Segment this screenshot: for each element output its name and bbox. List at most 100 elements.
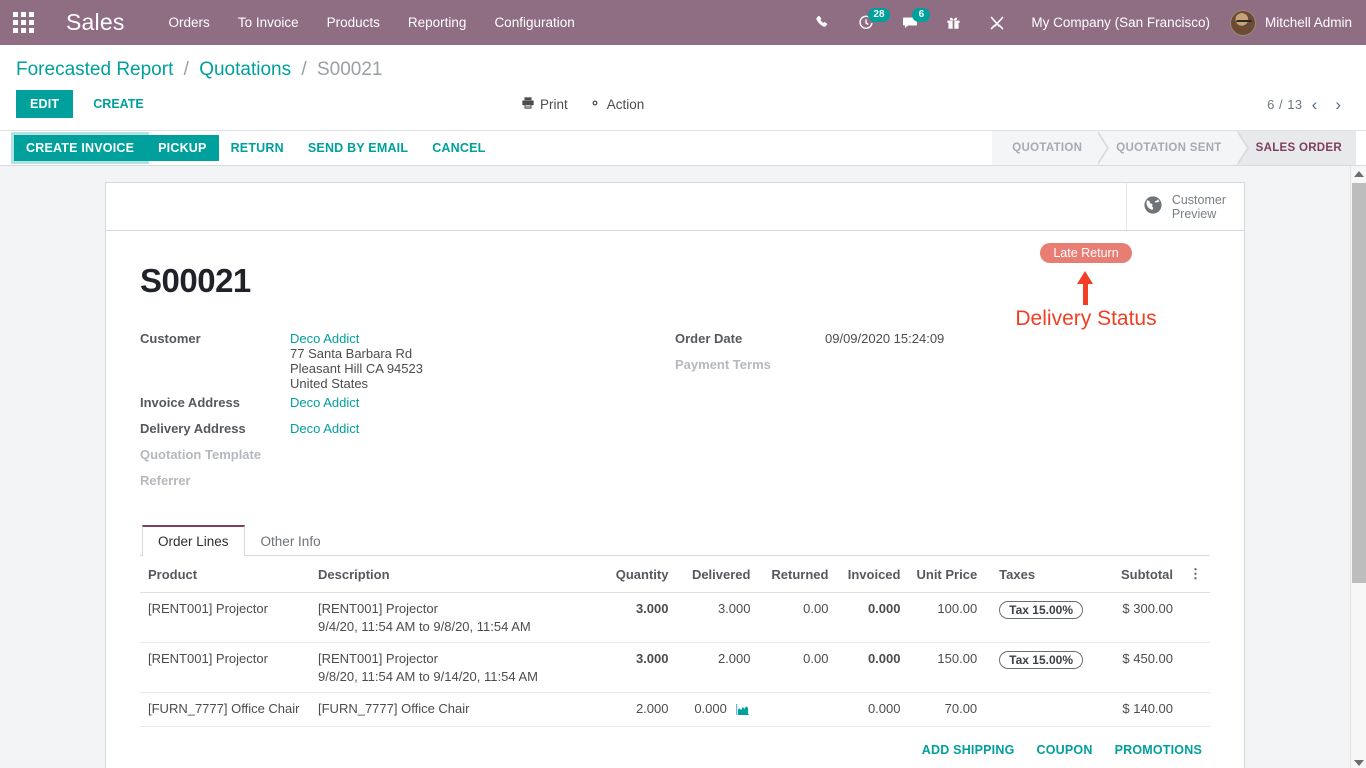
table-row[interactable]: [FURN_7777] Office Chair [FURN_7777] Off… xyxy=(140,692,1210,728)
customer-address-line-1: 77 Santa Barbara Rd xyxy=(290,346,413,362)
column-header-quantity[interactable]: Quantity xyxy=(598,556,677,594)
invoice-address-link[interactable]: Deco Addict xyxy=(290,395,359,410)
field-customer: Customer Deco Addict 77 Santa Barbara Rd… xyxy=(140,329,641,391)
menu-item-configuration[interactable]: Configuration xyxy=(480,0,588,45)
gift-icon[interactable] xyxy=(932,0,975,45)
pager-previous-button[interactable]: ‹ xyxy=(1303,96,1327,113)
description-main: [FURN_7777] Office Chair xyxy=(318,701,470,717)
messages-icon[interactable]: 6 xyxy=(888,0,932,45)
field-payment-terms: Payment Terms xyxy=(675,355,1176,379)
field-label-order-date: Order Date xyxy=(675,331,743,347)
table-row[interactable]: [RENT001] Projector [RENT001] Projector … xyxy=(140,642,1210,694)
scrollbar-thumb[interactable] xyxy=(1352,183,1366,583)
column-options-icon[interactable]: ⋮ xyxy=(1181,556,1210,594)
cell-quantity[interactable]: 3.000 xyxy=(598,592,677,644)
column-header-invoiced[interactable]: Invoiced xyxy=(836,556,909,594)
cell-invoiced[interactable]: 0.000 xyxy=(836,592,909,644)
status-step-sales-order[interactable]: SALES ORDER xyxy=(1235,131,1356,165)
delivery-address-link[interactable]: Deco Addict xyxy=(290,421,359,436)
field-value-order-date[interactable]: 09/09/2020 15:24:09 xyxy=(825,329,944,346)
add-shipping-link[interactable]: ADD SHIPPING xyxy=(922,743,1015,757)
cell-description: [RENT001] Projector 9/8/20, 11:54 AM to … xyxy=(310,642,599,694)
cell-row-options xyxy=(1181,692,1210,728)
globe-icon xyxy=(1143,195,1163,218)
column-header-subtotal[interactable]: Subtotal xyxy=(1091,556,1181,594)
company-switcher[interactable]: My Company (San Francisco) xyxy=(1019,15,1222,30)
form-column-left: Customer Deco Addict 77 Santa Barbara Rd… xyxy=(140,329,675,497)
column-header-delivered[interactable]: Delivered xyxy=(676,556,759,594)
scroll-down-arrow-icon[interactable] xyxy=(1351,755,1366,768)
pickup-button[interactable]: PICKUP xyxy=(146,135,219,161)
cell-product: [FURN_7777] Office Chair xyxy=(140,692,310,728)
cancel-button[interactable]: CANCEL xyxy=(420,135,497,161)
customer-address-line-2: Pleasant Hill CA 94523 xyxy=(290,361,423,377)
form-scroll-area: Customer Preview Late Return Delivery St… xyxy=(0,166,1350,768)
breadcrumb-item-forecasted-report[interactable]: Forecasted Report xyxy=(16,59,173,80)
scroll-up-arrow-icon[interactable] xyxy=(1351,166,1366,182)
cell-taxes: Tax 15.00% xyxy=(985,592,1091,644)
cell-invoiced[interactable]: 0.000 xyxy=(836,692,909,728)
tab-other-info[interactable]: Other Info xyxy=(245,525,337,556)
sheet-body: S00021 Customer Deco Addict 77 Santa Bar… xyxy=(106,231,1244,768)
pager-next-button[interactable]: › xyxy=(1326,96,1350,113)
return-button[interactable]: RETURN xyxy=(219,135,296,161)
table-row[interactable]: [RENT001] Projector [RENT001] Projector … xyxy=(140,592,1210,644)
status-step-quotation-sent[interactable]: QUOTATION SENT xyxy=(1096,131,1250,165)
cell-description: [RENT001] Projector 9/4/20, 11:54 AM to … xyxy=(310,592,599,644)
cell-delivered: 3.000 xyxy=(676,592,759,644)
field-label-customer: Customer xyxy=(140,331,201,347)
cell-returned: 0.00 xyxy=(758,642,837,694)
print-menu[interactable]: Print xyxy=(521,96,568,113)
forecast-report-icon[interactable] xyxy=(736,703,750,718)
action-label: Action xyxy=(606,96,645,112)
cell-product: [RENT001] Projector xyxy=(140,592,310,644)
field-label-invoice-address: Invoice Address xyxy=(140,395,240,411)
cell-quantity[interactable]: 3.000 xyxy=(598,642,677,694)
customer-link[interactable]: Deco Addict xyxy=(290,331,359,346)
menu-item-products[interactable]: Products xyxy=(313,0,394,45)
description-main: [RENT001] Projector xyxy=(318,601,438,617)
activities-count-badge: 28 xyxy=(868,8,890,22)
menu-item-to-invoice[interactable]: To Invoice xyxy=(224,0,313,45)
column-header-product[interactable]: Product xyxy=(140,556,310,594)
customer-preview-button[interactable]: Customer Preview xyxy=(1125,183,1244,230)
developer-tools-icon[interactable] xyxy=(975,0,1019,45)
main-menu: Orders To Invoice Products Reporting Con… xyxy=(155,0,589,45)
cell-quantity[interactable]: 2.000 xyxy=(598,692,677,728)
field-invoice-address: Invoice Address Deco Addict xyxy=(140,393,641,417)
coupon-link[interactable]: COUPON xyxy=(1037,743,1093,757)
column-header-unit-price[interactable]: Unit Price xyxy=(908,556,986,594)
edit-button[interactable]: EDIT xyxy=(16,90,74,118)
app-brand-sales[interactable]: Sales xyxy=(46,9,135,36)
pager-value: 6 / 13 xyxy=(1267,96,1303,112)
phone-icon[interactable] xyxy=(801,0,844,45)
send-by-email-button[interactable]: SEND BY EMAIL xyxy=(296,135,420,161)
create-invoice-button[interactable]: CREATE INVOICE xyxy=(14,135,147,161)
pager: 6 / 13 ‹ › xyxy=(1267,96,1350,113)
column-header-description[interactable]: Description xyxy=(310,556,599,594)
field-value-delivery-address: Deco Addict xyxy=(290,419,359,436)
cell-product: [RENT001] Projector xyxy=(140,642,310,694)
column-header-taxes[interactable]: Taxes xyxy=(985,556,1091,594)
user-menu[interactable]: Mitchell Admin xyxy=(1222,9,1352,36)
apps-grid-icon[interactable] xyxy=(0,0,46,45)
activities-clock-icon[interactable]: 28 xyxy=(844,0,890,45)
action-menu[interactable]: Action xyxy=(588,96,645,113)
breadcrumb-item-quotations[interactable]: Quotations xyxy=(199,59,291,80)
menu-item-reporting[interactable]: Reporting xyxy=(394,0,481,45)
order-lines-header: Product Description Quantity Delivered R… xyxy=(140,556,1210,594)
notebook: Order Lines Other Info Product Descripti… xyxy=(140,525,1210,768)
form-groups: Customer Deco Addict 77 Santa Barbara Rd… xyxy=(140,329,1210,497)
status-step-quotation[interactable]: QUOTATION xyxy=(992,131,1110,165)
column-header-returned[interactable]: Returned xyxy=(758,556,837,594)
cell-taxes: Tax 15.00% xyxy=(985,642,1091,694)
cell-returned xyxy=(758,692,837,728)
cell-invoiced[interactable]: 0.000 xyxy=(836,642,909,694)
menu-item-orders[interactable]: Orders xyxy=(155,0,224,45)
page-title: S00021 xyxy=(140,262,251,299)
create-button[interactable]: CREATE xyxy=(79,90,157,118)
vertical-scrollbar[interactable] xyxy=(1350,166,1366,768)
promotions-link[interactable]: PROMOTIONS xyxy=(1115,743,1202,757)
tab-order-lines[interactable]: Order Lines xyxy=(142,525,245,557)
order-lines-body: [RENT001] Projector [RENT001] Projector … xyxy=(140,592,1210,728)
